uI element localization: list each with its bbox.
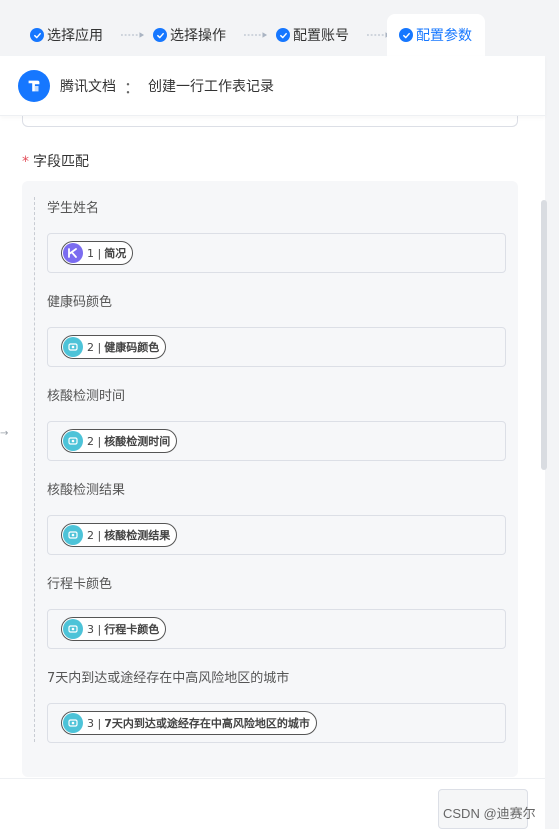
collapse-arrow-icon[interactable]: → xyxy=(0,428,8,439)
action-name: 创建一行工作表记录 xyxy=(148,78,275,95)
field-label: 核酸检测时间 xyxy=(47,389,126,404)
watermark: CSDN @迪赛尔 xyxy=(443,806,536,821)
field-row: 健康码颜色 2 | 健康码颜色 xyxy=(47,293,506,367)
step-select-action[interactable]: 选择操作 xyxy=(153,14,226,56)
field-row: 核酸检测结果 2 | 核酸检测结果 xyxy=(47,481,506,555)
header-separator: ： xyxy=(124,77,141,97)
variable-tag[interactable]: 3 | 行程卡颜色 xyxy=(61,617,167,641)
field-label: 核酸检测结果 xyxy=(47,483,126,498)
check-circle-icon xyxy=(30,28,44,42)
step-label: 选择应用 xyxy=(47,28,103,44)
kuaiying-icon xyxy=(63,243,83,263)
module-icon xyxy=(63,713,83,733)
module-icon xyxy=(63,337,83,357)
step-configure-params[interactable]: 配置参数 xyxy=(387,14,485,56)
right-gutter xyxy=(545,56,559,829)
field-mapping-box: 学生姓名 1 | 简况 健康码颜色 2 | 健康码颜色 核酸检测时间 2 | 核… xyxy=(22,181,518,777)
required-mark: * xyxy=(22,154,29,170)
step-label: 选择操作 xyxy=(170,28,226,44)
scrollbar[interactable] xyxy=(541,200,547,470)
field-value-input[interactable]: 2 | 健康码颜色 xyxy=(47,327,506,367)
panel-header: 腾讯文档 ： 创建一行工作表记录 xyxy=(0,56,545,116)
module-icon xyxy=(63,619,83,639)
dashed-guide-line xyxy=(34,197,35,742)
field-value-input[interactable]: 3 | 行程卡颜色 xyxy=(47,609,506,649)
step-label: 配置参数 xyxy=(416,28,472,44)
dotted-arrow-icon xyxy=(244,31,268,39)
variable-tag[interactable]: 2 | 健康码颜色 xyxy=(61,335,167,359)
check-circle-icon xyxy=(399,28,413,42)
step-configure-account[interactable]: 配置账号 xyxy=(276,14,349,56)
step-label: 配置账号 xyxy=(293,28,349,44)
module-icon xyxy=(63,525,83,545)
variable-tag[interactable]: 2 | 核酸检测结果 xyxy=(61,523,178,547)
field-label: 健康码颜色 xyxy=(47,295,113,310)
field-label: 行程卡颜色 xyxy=(47,577,113,592)
field-value-input[interactable]: 2 | 核酸检测时间 xyxy=(47,421,506,461)
tencent-docs-logo-icon xyxy=(18,69,50,102)
field-value-input[interactable]: 2 | 核酸检测结果 xyxy=(47,515,506,555)
variable-tag[interactable]: 3 | 7天内到达或途经存在中高风险地区的城市 xyxy=(61,711,317,735)
field-label: 7天内到达或途经存在中高风险地区的城市 xyxy=(47,671,290,686)
app-name: 腾讯文档 xyxy=(60,78,116,95)
module-icon xyxy=(63,431,83,451)
dotted-arrow-icon xyxy=(121,31,145,39)
field-value-input[interactable]: 3 | 7天内到达或途经存在中高风险地区的城市 xyxy=(47,703,506,743)
variable-tag[interactable]: 2 | 核酸检测时间 xyxy=(61,429,178,453)
steps-bar: 选择应用 选择操作 配置账号 配置参数 xyxy=(0,0,559,56)
field-row: 学生姓名 1 | 简况 xyxy=(47,199,506,273)
field-label: 学生姓名 xyxy=(47,201,100,216)
field-row: 行程卡颜色 3 | 行程卡颜色 xyxy=(47,575,506,649)
check-circle-icon xyxy=(153,28,167,42)
step-select-app[interactable]: 选择应用 xyxy=(30,14,103,56)
field-value-input[interactable]: 1 | 简况 xyxy=(47,233,506,273)
field-mapping-label: * 字段匹配 xyxy=(22,154,89,170)
field-row: 7天内到达或途经存在中高风险地区的城市 3 | 7天内到达或途经存在中高风险地区… xyxy=(47,669,506,743)
check-circle-icon xyxy=(276,28,290,42)
config-panel: 腾讯文档 ： 创建一行工作表记录 * 字段匹配 学生姓名 1 | 简况 健康码颜色 xyxy=(0,56,545,829)
field-row: 核酸检测时间 2 | 核酸检测时间 xyxy=(47,387,506,461)
variable-tag[interactable]: 1 | 简况 xyxy=(61,241,134,265)
